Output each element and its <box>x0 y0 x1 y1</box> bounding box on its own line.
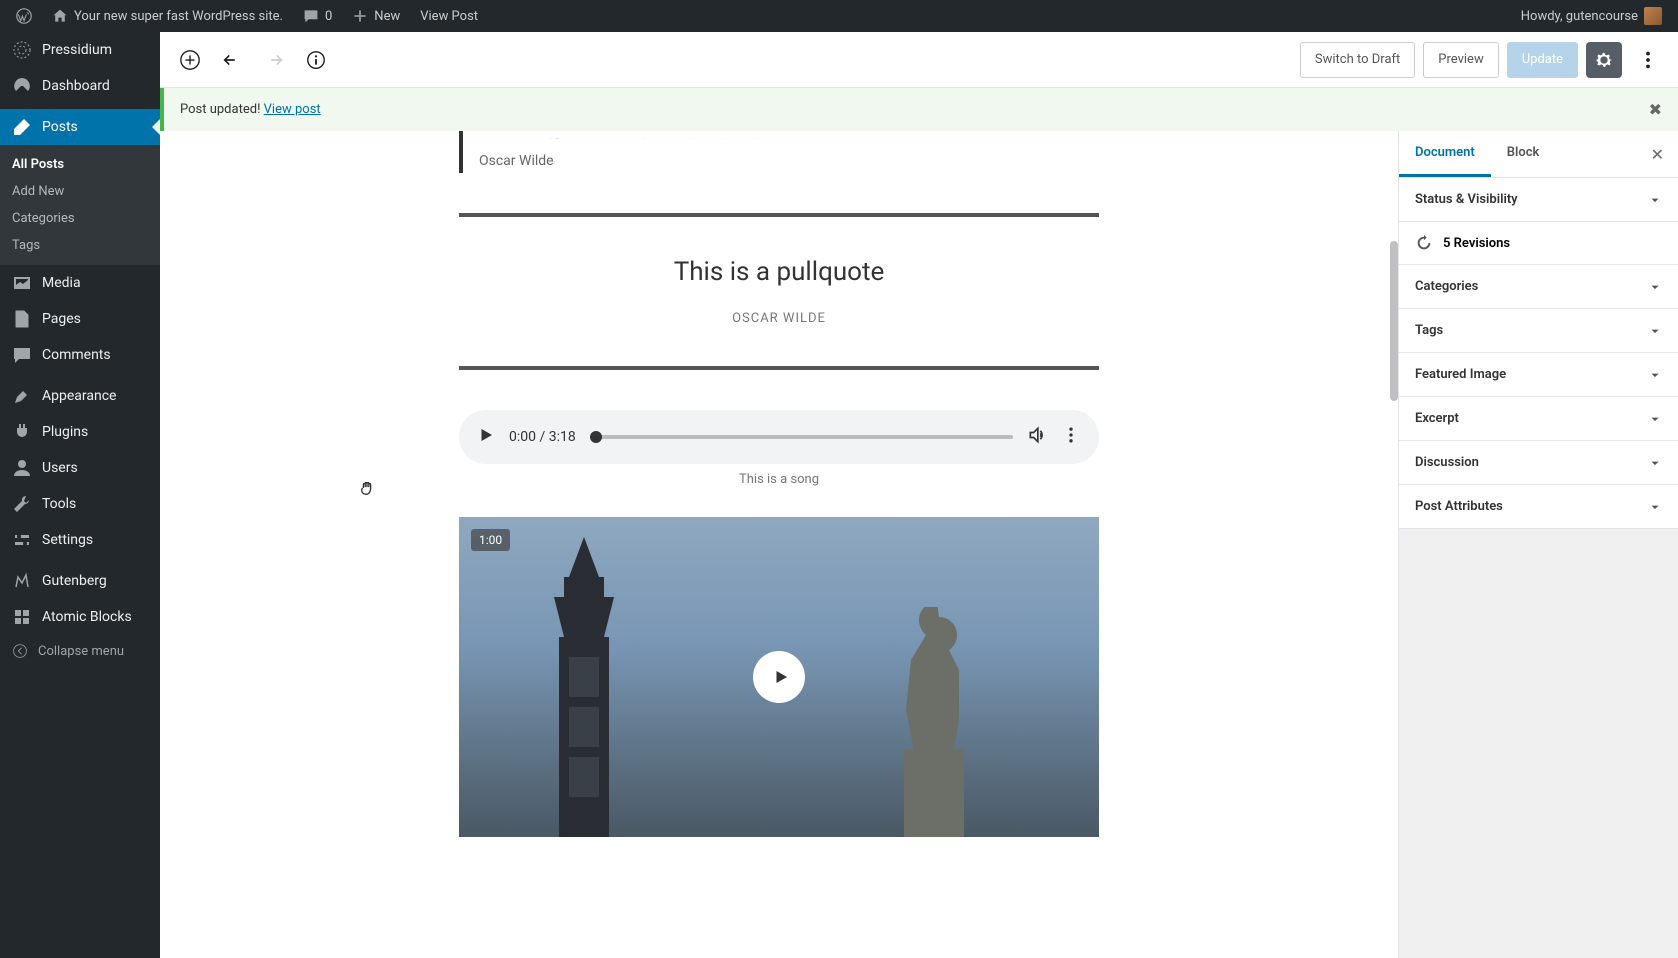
section-post-attributes[interactable]: Post Attributes <box>1399 485 1678 529</box>
comments-count: 0 <box>325 9 332 24</box>
switch-draft-button[interactable]: Switch to Draft <box>1300 42 1415 78</box>
audio-block[interactable]: 0:00 / 3:18 <box>459 410 1099 464</box>
comments-link[interactable]: 0 <box>295 0 340 32</box>
wp-logo[interactable] <box>8 0 40 32</box>
section-excerpt[interactable]: Excerpt <box>1399 397 1678 441</box>
menu-posts[interactable]: Posts <box>0 109 160 145</box>
video-statue-graphic <box>869 607 989 837</box>
menu-comments[interactable]: Comments <box>0 337 160 373</box>
panel-tabs: Document Block ✕ <box>1399 131 1678 178</box>
menu-plugins[interactable]: Plugins <box>0 414 160 450</box>
video-block[interactable]: 1:00 <box>459 517 1099 837</box>
chevron-down-icon <box>1648 324 1662 338</box>
play-icon[interactable] <box>477 426 495 448</box>
chevron-down-icon <box>1648 456 1662 470</box>
quote-block[interactable]: Be yourself; everyone else is already ta… <box>459 131 1099 173</box>
editor: Switch to Draft Preview Update Post upda… <box>160 32 1678 958</box>
close-panel-button[interactable]: ✕ <box>1637 145 1678 164</box>
new-link[interactable]: New <box>344 0 408 32</box>
revisions-link[interactable]: 5 Revisions <box>1399 222 1678 265</box>
section-discussion[interactable]: Discussion <box>1399 441 1678 485</box>
audio-more-icon[interactable] <box>1061 425 1081 449</box>
preview-button[interactable]: Preview <box>1423 42 1498 78</box>
submenu-all-posts[interactable]: All Posts <box>0 151 160 178</box>
menu-collapse[interactable]: Collapse menu <box>0 635 160 667</box>
tab-block[interactable]: Block <box>1491 131 1556 177</box>
quote-citation: Oscar Wilde <box>479 153 1083 169</box>
dismiss-notice-button[interactable]: ✖ <box>1649 100 1662 119</box>
undo-button[interactable] <box>214 42 250 78</box>
grab-cursor-icon <box>358 479 376 497</box>
submenu-add-new[interactable]: Add New <box>0 178 160 205</box>
history-icon <box>1415 234 1433 252</box>
menu-settings[interactable]: Settings <box>0 522 160 558</box>
submenu-tags[interactable]: Tags <box>0 232 160 259</box>
section-categories[interactable]: Categories <box>1399 265 1678 309</box>
submenu-categories[interactable]: Categories <box>0 205 160 232</box>
pullquote-text: This is a pullquote <box>479 257 1079 287</box>
editor-canvas[interactable]: Be yourself; everyone else is already ta… <box>160 131 1398 958</box>
audio-seek-handle[interactable] <box>590 431 602 443</box>
section-tags[interactable]: Tags <box>1399 309 1678 353</box>
audio-time: 0:00 / 3:18 <box>509 429 576 445</box>
menu-gutenberg[interactable]: Gutenberg <box>0 563 160 599</box>
section-featured-image[interactable]: Featured Image <box>1399 353 1678 397</box>
settings-panel: Document Block ✕ Status & Visibility 5 R… <box>1398 131 1678 958</box>
editor-header: Switch to Draft Preview Update <box>160 32 1678 88</box>
menu-atomic[interactable]: Atomic Blocks <box>0 599 160 635</box>
chevron-down-icon <box>1648 368 1662 382</box>
panel-empty-area <box>1399 529 1678 958</box>
notice-text: Post updated! <box>180 102 264 117</box>
redo-button[interactable] <box>256 42 292 78</box>
site-link[interactable]: Your new super fast WordPress site. <box>44 0 291 32</box>
chevron-down-icon <box>1648 280 1662 294</box>
update-notice: Post updated! View post ✖ <box>160 88 1678 131</box>
howdy-link[interactable]: Howdy, gutencourse <box>1513 0 1670 32</box>
menu-tools[interactable]: Tools <box>0 486 160 522</box>
scrollbar-thumb[interactable] <box>1390 241 1398 401</box>
settings-toggle-button[interactable] <box>1586 42 1622 78</box>
pullquote-block[interactable]: This is a pullquote OSCAR WILDE <box>459 213 1099 370</box>
audio-seek-slider[interactable] <box>590 435 1013 439</box>
update-button[interactable]: Update <box>1507 42 1578 78</box>
new-label: New <box>374 9 400 24</box>
info-button[interactable] <box>298 42 334 78</box>
pullquote-citation: OSCAR WILDE <box>479 311 1079 326</box>
admin-bar: Your new super fast WordPress site. 0 Ne… <box>0 0 1678 32</box>
menu-pressidium[interactable]: Pressidium <box>0 32 160 68</box>
video-tower-graphic <box>529 537 639 837</box>
add-block-button[interactable] <box>172 42 208 78</box>
view-post-link[interactable]: View Post <box>412 0 486 32</box>
quote-text: Be yourself; everyone else is already ta… <box>479 135 1083 139</box>
more-menu-button[interactable] <box>1630 42 1666 78</box>
menu-users[interactable]: Users <box>0 450 160 486</box>
view-post-link[interactable]: View post <box>264 102 321 117</box>
section-status[interactable]: Status & Visibility <box>1399 178 1678 222</box>
posts-submenu: All Posts Add New Categories Tags <box>0 145 160 265</box>
menu-dashboard[interactable]: Dashboard <box>0 68 160 104</box>
chevron-down-icon <box>1648 500 1662 514</box>
audio-caption: This is a song <box>459 472 1099 487</box>
tab-document[interactable]: Document <box>1399 131 1491 177</box>
volume-icon[interactable] <box>1027 425 1047 449</box>
menu-pages[interactable]: Pages <box>0 301 160 337</box>
chevron-down-icon <box>1648 412 1662 426</box>
menu-media[interactable]: Media <box>0 265 160 301</box>
menu-appearance[interactable]: Appearance <box>0 378 160 414</box>
chevron-down-icon <box>1648 193 1662 207</box>
avatar-icon <box>1644 7 1662 25</box>
video-duration-badge: 1:00 <box>471 529 510 551</box>
video-play-button[interactable] <box>753 651 805 703</box>
admin-menu: Pressidium Dashboard Posts All Posts Add… <box>0 32 160 958</box>
site-title: Your new super fast WordPress site. <box>74 9 283 24</box>
